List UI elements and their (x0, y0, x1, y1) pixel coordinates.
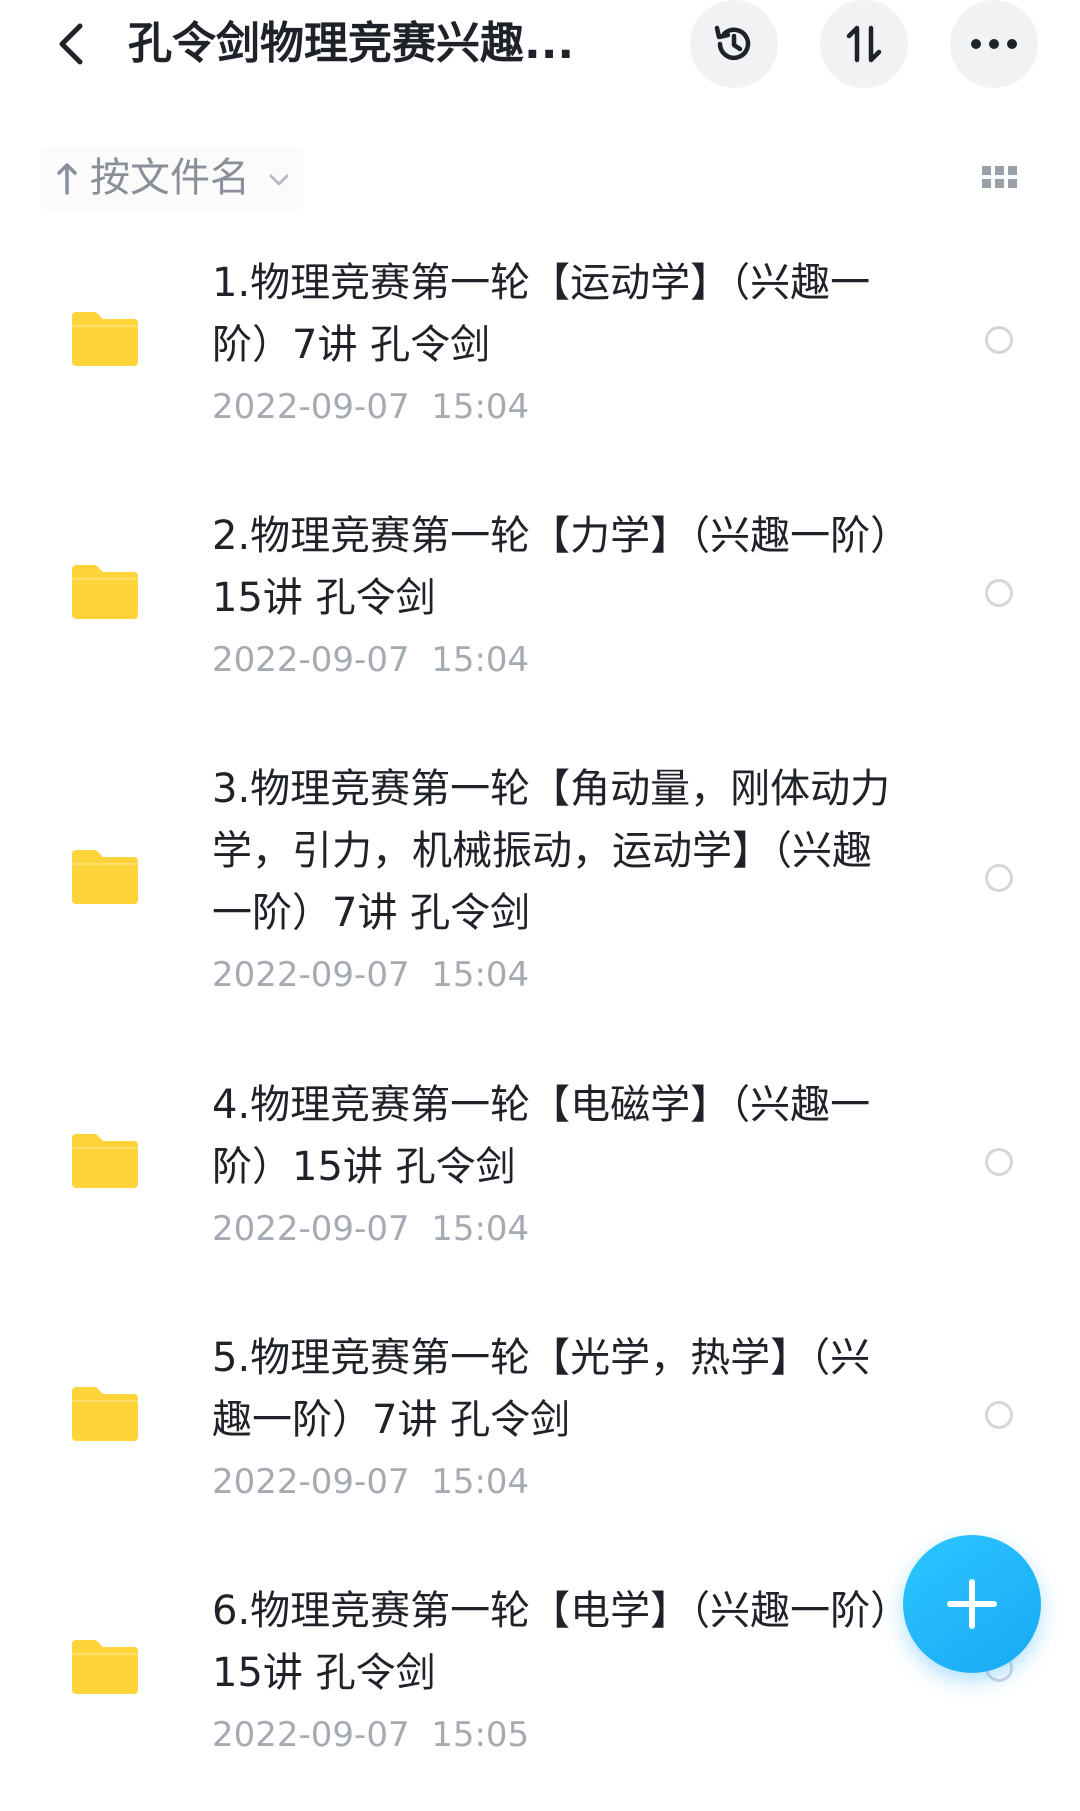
file-date: 2022-09-07 15:04 (212, 1209, 530, 1249)
file-name: 6.物理竞赛第一轮【电学】（兴趣一阶）15讲 孔令剑 (212, 1588, 891, 1696)
file-date: 2022-09-07 15:04 (212, 640, 530, 680)
file-name: 3.物理竞赛第一轮【角动量，刚体动力学，引力，机械振动，运动学】（兴趣一阶）7讲… (212, 766, 891, 936)
page-title: 孔令剑物理竞赛兴趣... (128, 18, 575, 69)
file-info: 1.物理竞赛第一轮【运动学】（兴趣一阶）7讲 孔令剑 2022-09-07 15… (212, 252, 892, 432)
folder-icon (72, 1387, 138, 1441)
folder-icon (72, 312, 138, 366)
select-radio[interactable] (985, 579, 1013, 607)
select-radio[interactable] (985, 864, 1013, 892)
more-horizontal-icon (971, 39, 1017, 49)
grid-view-icon[interactable] (980, 160, 1020, 196)
sort-arrows-icon (846, 25, 882, 63)
select-radio[interactable] (985, 1401, 1013, 1429)
file-info: 2.物理竞赛第一轮【力学】（兴趣一阶）15讲 孔令剑 2022-09-07 15… (212, 505, 892, 685)
file-name: 4.物理竞赛第一轮【电磁学】（兴趣一阶）15讲 孔令剑 (212, 1082, 871, 1190)
folder-icon (72, 565, 138, 619)
file-row[interactable]: 1.物理竞赛第一轮【运动学】（兴趣一阶）7讲 孔令剑 2022-09-07 15… (0, 230, 1080, 483)
history-button[interactable] (690, 0, 778, 88)
sort-label: 按文件名 (90, 155, 250, 201)
plus-icon (947, 1579, 997, 1629)
back-button[interactable] (46, 14, 96, 74)
file-date: 2022-09-07 15:04 (212, 955, 530, 995)
folder-icon (72, 850, 138, 904)
file-date: 2022-09-07 15:05 (212, 1715, 530, 1755)
history-icon (714, 25, 751, 61)
file-name: 5.物理竞赛第一轮【光学，热学】（兴趣一阶）7讲 孔令剑 (212, 1335, 871, 1443)
chevron-left-icon (59, 23, 83, 65)
file-info: 4.物理竞赛第一轮【电磁学】（兴趣一阶）15讲 孔令剑 2022-09-07 1… (212, 1074, 892, 1254)
sort-by-name-button[interactable]: 按文件名 (40, 146, 304, 210)
file-row[interactable]: 2.物理竞赛第一轮【力学】（兴趣一阶）15讲 孔令剑 2022-09-07 15… (0, 483, 1080, 736)
more-button[interactable] (950, 0, 1038, 88)
sort-button[interactable] (820, 0, 908, 88)
header-bar: 孔令剑物理竞赛兴趣... (0, 0, 1080, 96)
file-row[interactable]: 3.物理竞赛第一轮【角动量，刚体动力学，引力，机械振动，运动学】（兴趣一阶）7讲… (0, 736, 1080, 1052)
sort-bar: 按文件名 (40, 146, 1040, 210)
file-date: 2022-09-07 15:04 (212, 387, 530, 427)
file-name: 1.物理竞赛第一轮【运动学】（兴趣一阶）7讲 孔令剑 (212, 260, 871, 368)
file-name: 2.物理竞赛第一轮【力学】（兴趣一阶）15讲 孔令剑 (212, 513, 891, 621)
file-info: 3.物理竞赛第一轮【角动量，刚体动力学，引力，机械振动，运动学】（兴趣一阶）7讲… (212, 758, 892, 1000)
file-row[interactable]: 5.物理竞赛第一轮【光学，热学】（兴趣一阶）7讲 孔令剑 2022-09-07 … (0, 1305, 1080, 1558)
add-button[interactable] (903, 1535, 1041, 1673)
folder-icon (72, 1640, 138, 1694)
folder-icon (72, 1134, 138, 1188)
file-info: 5.物理竞赛第一轮【光学，热学】（兴趣一阶）7讲 孔令剑 2022-09-07 … (212, 1327, 892, 1507)
arrow-up-icon (57, 163, 77, 195)
select-radio[interactable] (985, 326, 1013, 354)
file-date: 2022-09-07 15:04 (212, 1462, 530, 1502)
chevron-down-icon (269, 174, 289, 186)
file-info: 6.物理竞赛第一轮【电学】（兴趣一阶）15讲 孔令剑 2022-09-07 15… (212, 1580, 892, 1760)
file-row[interactable]: 4.物理竞赛第一轮【电磁学】（兴趣一阶）15讲 孔令剑 2022-09-07 1… (0, 1052, 1080, 1305)
select-radio[interactable] (985, 1148, 1013, 1176)
